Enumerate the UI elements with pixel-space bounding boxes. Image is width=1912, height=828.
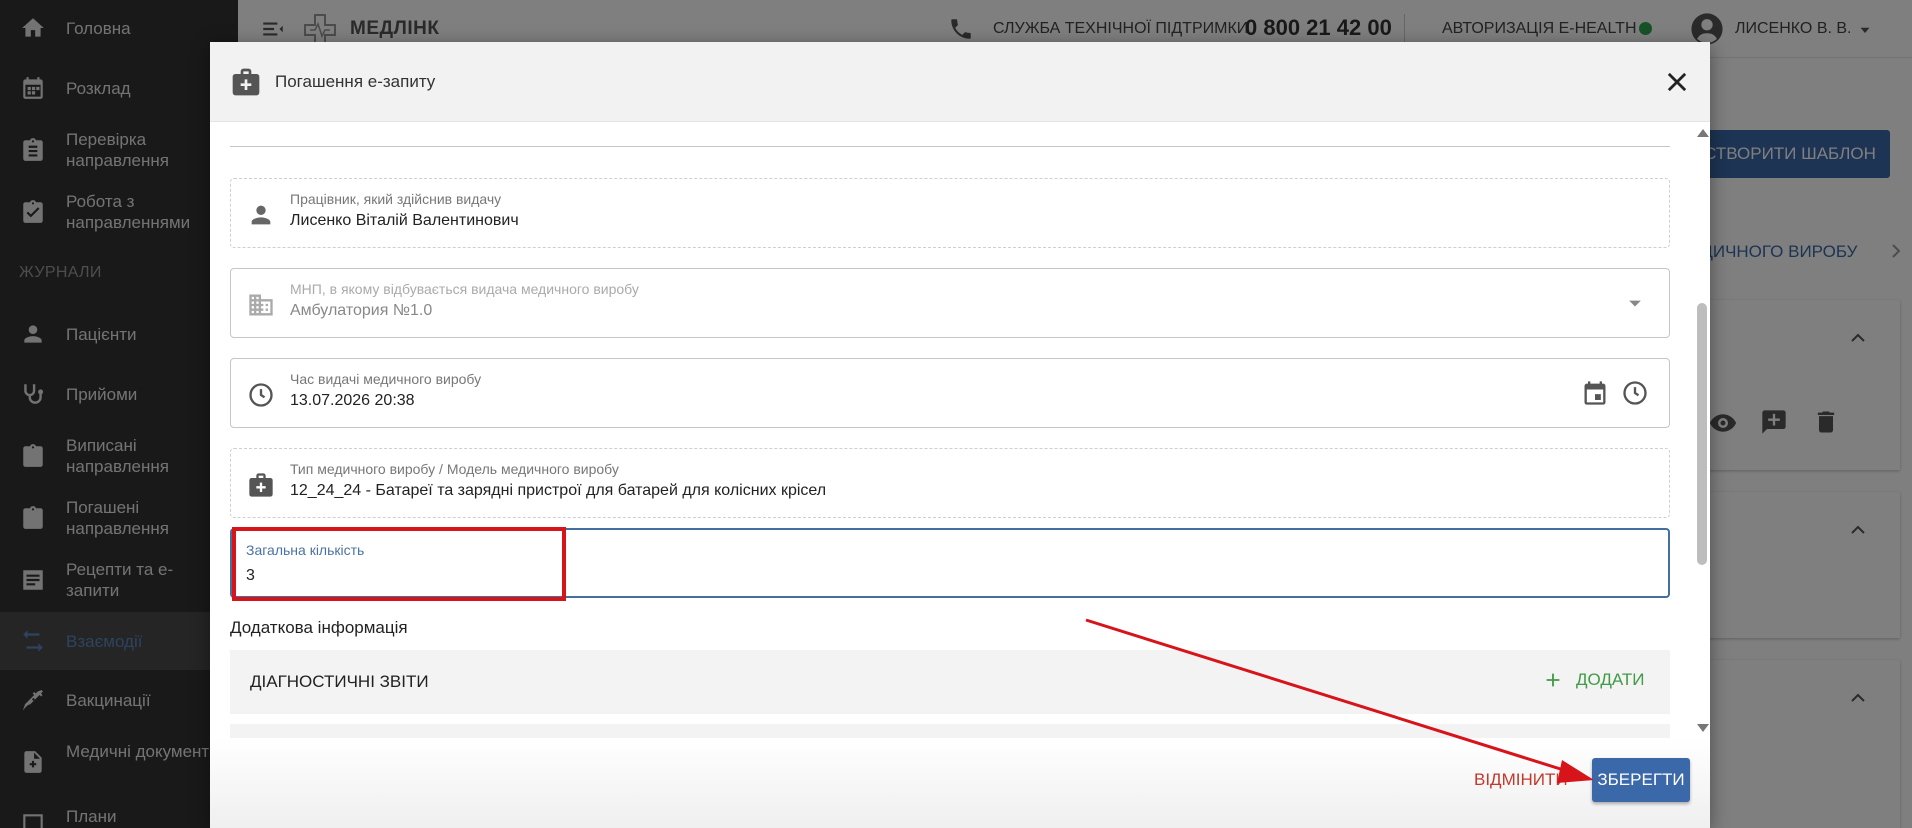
medical-kit-icon <box>249 473 273 497</box>
field-label: МНП, в якому відбувається видача медично… <box>290 281 639 297</box>
highlight-box <box>232 527 566 601</box>
redeem-request-dialog: Погашення е-запиту Працівник, який здійс… <box>210 42 1710 828</box>
next-section <box>230 724 1670 738</box>
field-label: Тип медичного виробу / Модель медичного … <box>290 461 619 477</box>
field-value: Амбулатория №1.0 <box>290 302 433 319</box>
field-label: Працівник, який здійснив видачу <box>290 191 502 207</box>
section-title: ДІАГНОСТИЧНІ ЗВІТИ <box>250 672 429 691</box>
dialog-footer: ВІДМІНИТИ ЗБЕРЕГТИ <box>210 738 1710 828</box>
issue-time-field[interactable]: Час видачі медичного виробу 13.07.2026 2… <box>230 358 1670 428</box>
scroll-up-arrow-icon[interactable] <box>1697 129 1709 137</box>
plus-icon <box>1546 673 1560 687</box>
save-button[interactable]: ЗБЕРЕГТИ <box>1592 758 1690 802</box>
diagnostic-reports-section: ДІАГНОСТИЧНІ ЗВІТИ ДОДАТИ <box>230 650 1670 714</box>
scroll-thumb[interactable] <box>1697 303 1707 565</box>
app-root: Головна Розклад Перевірка направлення Ро… <box>0 0 1912 828</box>
additional-info-heading: Додаткова інформація <box>230 618 408 637</box>
close-icon[interactable] <box>1663 68 1691 96</box>
person-icon <box>251 205 271 225</box>
dialog-scrollbar[interactable] <box>1694 123 1710 738</box>
divider <box>230 146 1670 147</box>
field-value: 12_24_24 - Батареї та зарядні пристрої д… <box>290 482 827 499</box>
clock-icon[interactable] <box>1621 379 1649 407</box>
building-icon <box>249 294 273 316</box>
device-type-field: Тип медичного виробу / Модель медичного … <box>230 448 1670 518</box>
add-diagnostic-report-button[interactable]: ДОДАТИ <box>1542 669 1645 691</box>
facility-select[interactable]: МНП, в якому відбувається видача медично… <box>230 268 1670 338</box>
dialog-header: Погашення е-запиту <box>210 42 1710 122</box>
field-value[interactable]: 13.07.2026 20:38 <box>290 392 415 410</box>
chevron-down-icon[interactable] <box>1621 289 1649 317</box>
dialog-body[interactable]: Працівник, який здійснив видачу Лисенко … <box>210 123 1710 738</box>
clock-icon <box>249 383 273 407</box>
field-value: Лисенко Віталій Валентинович <box>290 212 519 229</box>
scroll-down-arrow-icon[interactable] <box>1697 724 1709 732</box>
dialog-title: Погашення е-запиту <box>275 72 436 91</box>
add-label: ДОДАТИ <box>1576 670 1645 689</box>
calendar-icon[interactable] <box>1581 379 1609 407</box>
cancel-button[interactable]: ВІДМІНИТИ <box>1474 770 1568 790</box>
medical-kit-icon <box>232 68 260 96</box>
field-label: Час видачі медичного виробу <box>290 371 482 387</box>
worker-field: Працівник, який здійснив видачу Лисенко … <box>230 178 1670 248</box>
